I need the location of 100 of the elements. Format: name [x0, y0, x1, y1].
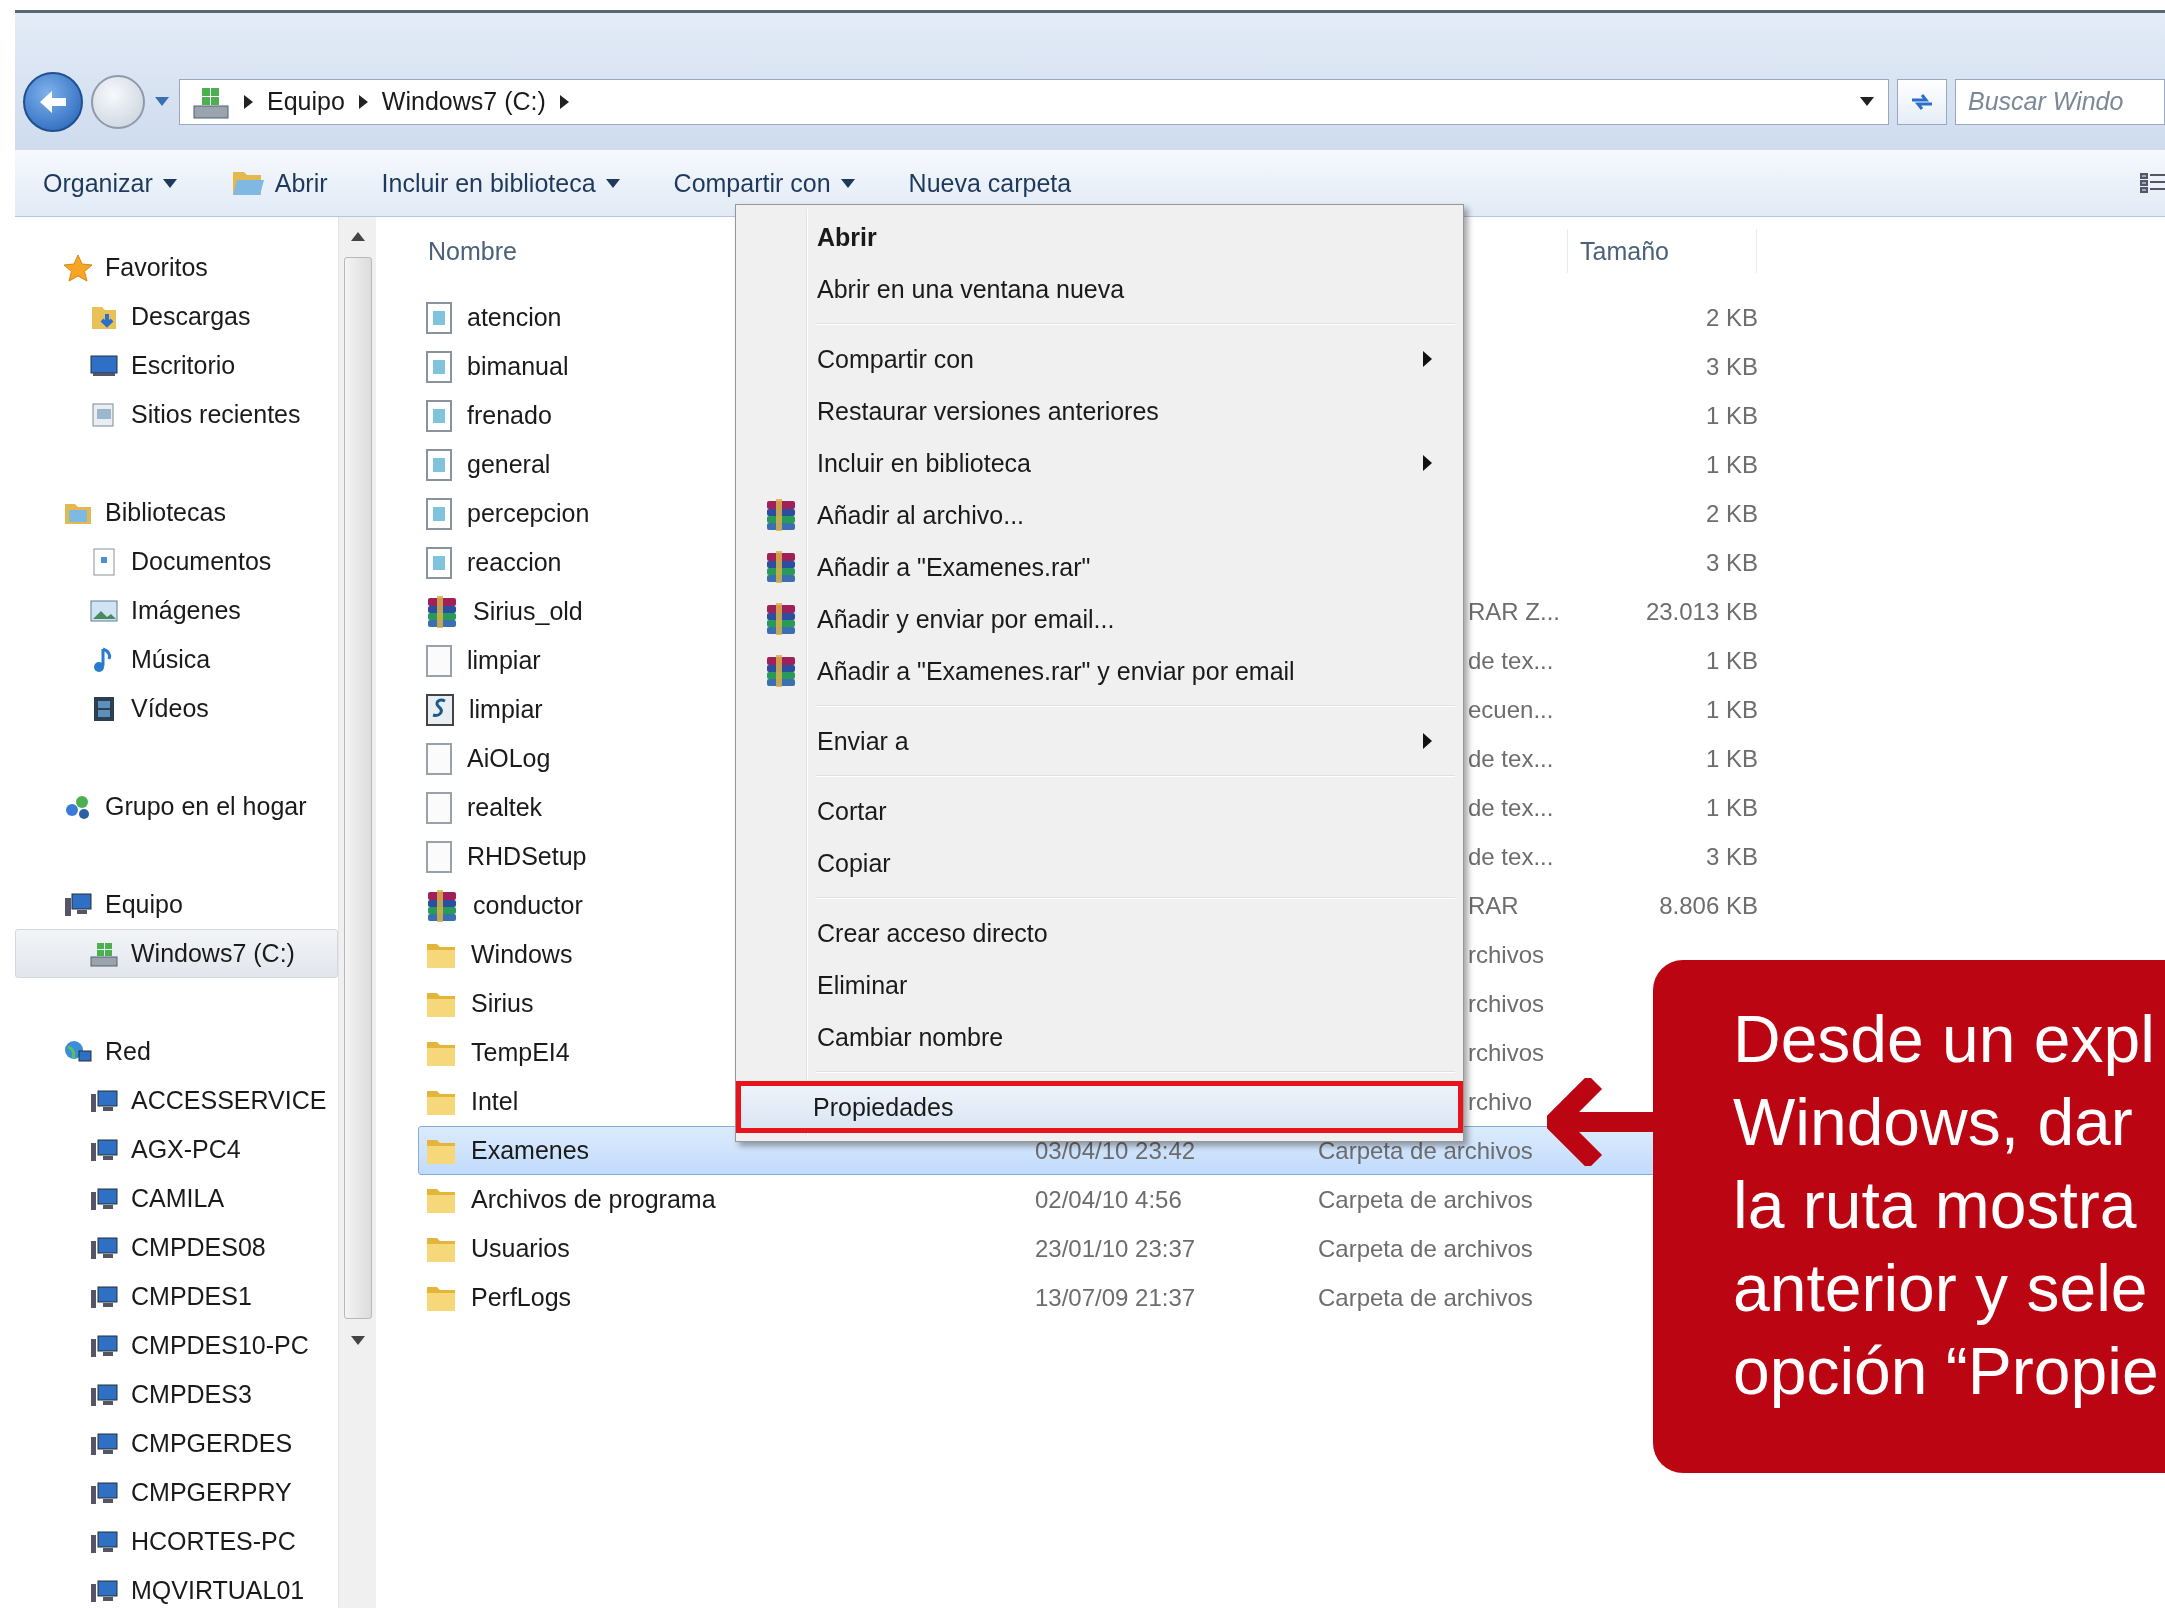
sidebar-item[interactable]: MQVIRTUAL01 — [15, 1566, 338, 1608]
sidebar-item[interactable]: CMPGERPRY — [15, 1468, 338, 1517]
menu-item[interactable]: Crear acceso directo — [740, 907, 1459, 959]
menu-item[interactable]: Restaurar versiones anteriores — [740, 385, 1459, 437]
sidebar-item[interactable]: CAMILA — [15, 1174, 338, 1223]
type-cell-text: rchivos — [1467, 1038, 1545, 1066]
sidebar-item[interactable]: CMPDES1 — [15, 1272, 338, 1321]
file-name[interactable]: Archivos de programa — [471, 1185, 716, 1214]
breadcrumb-item[interactable]: Windows7 (C:) — [381, 87, 546, 116]
blank-file-icon — [425, 644, 453, 677]
type-cell: Carpeta de archivos — [1318, 1136, 1533, 1164]
sidebar-item[interactable]: Música — [15, 635, 338, 684]
refresh-button[interactable] — [1897, 78, 1947, 125]
sidebar-item[interactable]: Windows7 (C:) — [15, 929, 338, 978]
sidebar-item[interactable]: AGX-PC4 — [15, 1125, 338, 1174]
file-name[interactable]: Intel — [471, 1087, 519, 1116]
menu-item[interactable]: Propiedades — [736, 1081, 1463, 1133]
type-cell-text: RAR — [1467, 891, 1519, 919]
search-field[interactable]: Buscar Windo — [1955, 78, 2165, 125]
star-icon — [63, 252, 93, 283]
file-name[interactable]: AiOLog — [467, 744, 551, 773]
document-icon — [425, 399, 453, 432]
menu-item[interactable]: Añadir a "Examenes.rar" — [740, 541, 1459, 593]
menu-item[interactable]: Cortar — [740, 785, 1459, 837]
size-cell: 3 KB — [1705, 352, 1758, 380]
size-cell: 1 KB — [1705, 401, 1758, 429]
file-name[interactable]: atencion — [467, 303, 562, 332]
menu-item[interactable]: Abrir en una ventana nueva — [740, 263, 1459, 315]
folder-icon — [230, 169, 265, 197]
menu-item[interactable]: Añadir al archivo... — [740, 489, 1459, 541]
menu-item[interactable]: Eliminar — [740, 959, 1459, 1011]
file-name[interactable]: Usuarios — [471, 1234, 570, 1263]
sidebar-item[interactable]: Bibliotecas — [15, 488, 338, 537]
file-name[interactable]: Sirius — [471, 989, 534, 1018]
scrollbar[interactable] — [338, 217, 376, 1608]
menu-item[interactable]: Añadir a "Examenes.rar" y enviar por email — [740, 645, 1459, 697]
forward-button[interactable] — [91, 74, 145, 129]
address-bar[interactable]: Equipo Windows7 (C:) — [179, 78, 1889, 125]
sidebar-item[interactable]: Grupo en el hogar — [15, 782, 338, 831]
sidebar-item[interactable]: Equipo — [15, 880, 338, 929]
toolbar-button[interactable]: Nueva carpeta — [906, 164, 1074, 202]
size-cell: 8.806 KB — [1659, 891, 1758, 919]
document-icon — [425, 301, 453, 334]
chevron-right-icon — [358, 94, 368, 109]
file-name[interactable]: limpiar — [469, 695, 543, 724]
sidebar-item[interactable]: Sitios recientes — [15, 390, 338, 439]
sidebar-item[interactable]: CMPDES08 — [15, 1223, 338, 1272]
size-cell: 2 KB — [1705, 499, 1758, 527]
sidebar-item[interactable]: CMPGERDES — [15, 1419, 338, 1468]
sidebar-item[interactable]: Imágenes — [15, 586, 338, 635]
toolbar-button[interactable]: Incluir en biblioteca — [379, 164, 622, 202]
type-cell-text: de tex... — [1467, 744, 1554, 772]
type-cell-text: de tex... — [1467, 793, 1554, 821]
sidebar-item[interactable]: Favoritos — [15, 243, 338, 292]
sidebar-item[interactable]: ACCESSERVICE — [15, 1076, 338, 1125]
caret-icon — [162, 178, 177, 188]
sidebar-item[interactable]: Red — [15, 1027, 338, 1076]
size-cell: 3 KB — [1705, 548, 1758, 576]
books-stack-icon — [764, 550, 798, 584]
menu-item[interactable]: Incluir en biblioteca — [740, 437, 1459, 489]
books-stack-icon — [425, 888, 459, 923]
sidebar-item[interactable]: Vídeos — [15, 684, 338, 733]
file-name[interactable]: general — [467, 450, 551, 479]
type-cell: Carpeta de archivos — [1318, 1283, 1533, 1311]
menu-item[interactable]: Copiar — [740, 837, 1459, 889]
column-header[interactable]: Tamaño — [1568, 236, 1669, 266]
menu-item[interactable]: Abrir — [740, 211, 1459, 263]
caret-icon — [1860, 97, 1874, 106]
document-icon — [425, 546, 453, 579]
sidebar-item[interactable]: HCORTES-PC — [15, 1517, 338, 1566]
sidebar-item[interactable]: Escritorio — [15, 341, 338, 390]
breadcrumb-item[interactable]: Equipo — [267, 87, 345, 116]
file-name[interactable]: TempEI4 — [471, 1038, 570, 1067]
file-name[interactable]: Examenes — [471, 1136, 590, 1165]
file-name[interactable]: PerfLogs — [471, 1283, 572, 1312]
sidebar-item[interactable]: CMPDES3 — [15, 1370, 338, 1419]
file-name[interactable]: frenado — [467, 401, 552, 430]
file-name[interactable]: RHDSetup — [467, 842, 587, 871]
menu-item[interactable]: Añadir y enviar por email... — [740, 593, 1459, 645]
menu-item[interactable]: Compartir con — [740, 333, 1459, 385]
scrollbar-thumb[interactable] — [343, 257, 372, 1319]
caret-icon — [155, 97, 169, 106]
file-name[interactable]: bimanual — [467, 352, 569, 381]
sidebar-item[interactable]: CMPDES10-PC — [15, 1321, 338, 1370]
sidebar-item[interactable]: Descargas — [15, 292, 338, 341]
view-options-icon[interactable] — [2139, 170, 2165, 196]
books-stack-icon — [425, 594, 459, 629]
file-name[interactable]: conductor — [473, 891, 583, 920]
menu-item[interactable]: Cambiar nombre — [740, 1011, 1459, 1063]
menu-item[interactable]: Enviar a — [740, 715, 1459, 767]
toolbar-button[interactable]: Compartir con — [671, 164, 857, 202]
file-name[interactable]: Sirius_old — [473, 597, 583, 626]
file-name[interactable]: realtek — [467, 793, 543, 822]
toolbar-button[interactable]: Organizar — [41, 164, 179, 202]
toolbar-button[interactable]: Abrir — [228, 164, 330, 202]
file-name[interactable]: limpiar — [467, 646, 541, 675]
file-name[interactable]: reaccion — [467, 548, 562, 577]
sidebar-item[interactable]: Documentos — [15, 537, 338, 586]
file-name[interactable]: percepcion — [467, 499, 590, 528]
file-name[interactable]: Windows — [471, 940, 573, 969]
